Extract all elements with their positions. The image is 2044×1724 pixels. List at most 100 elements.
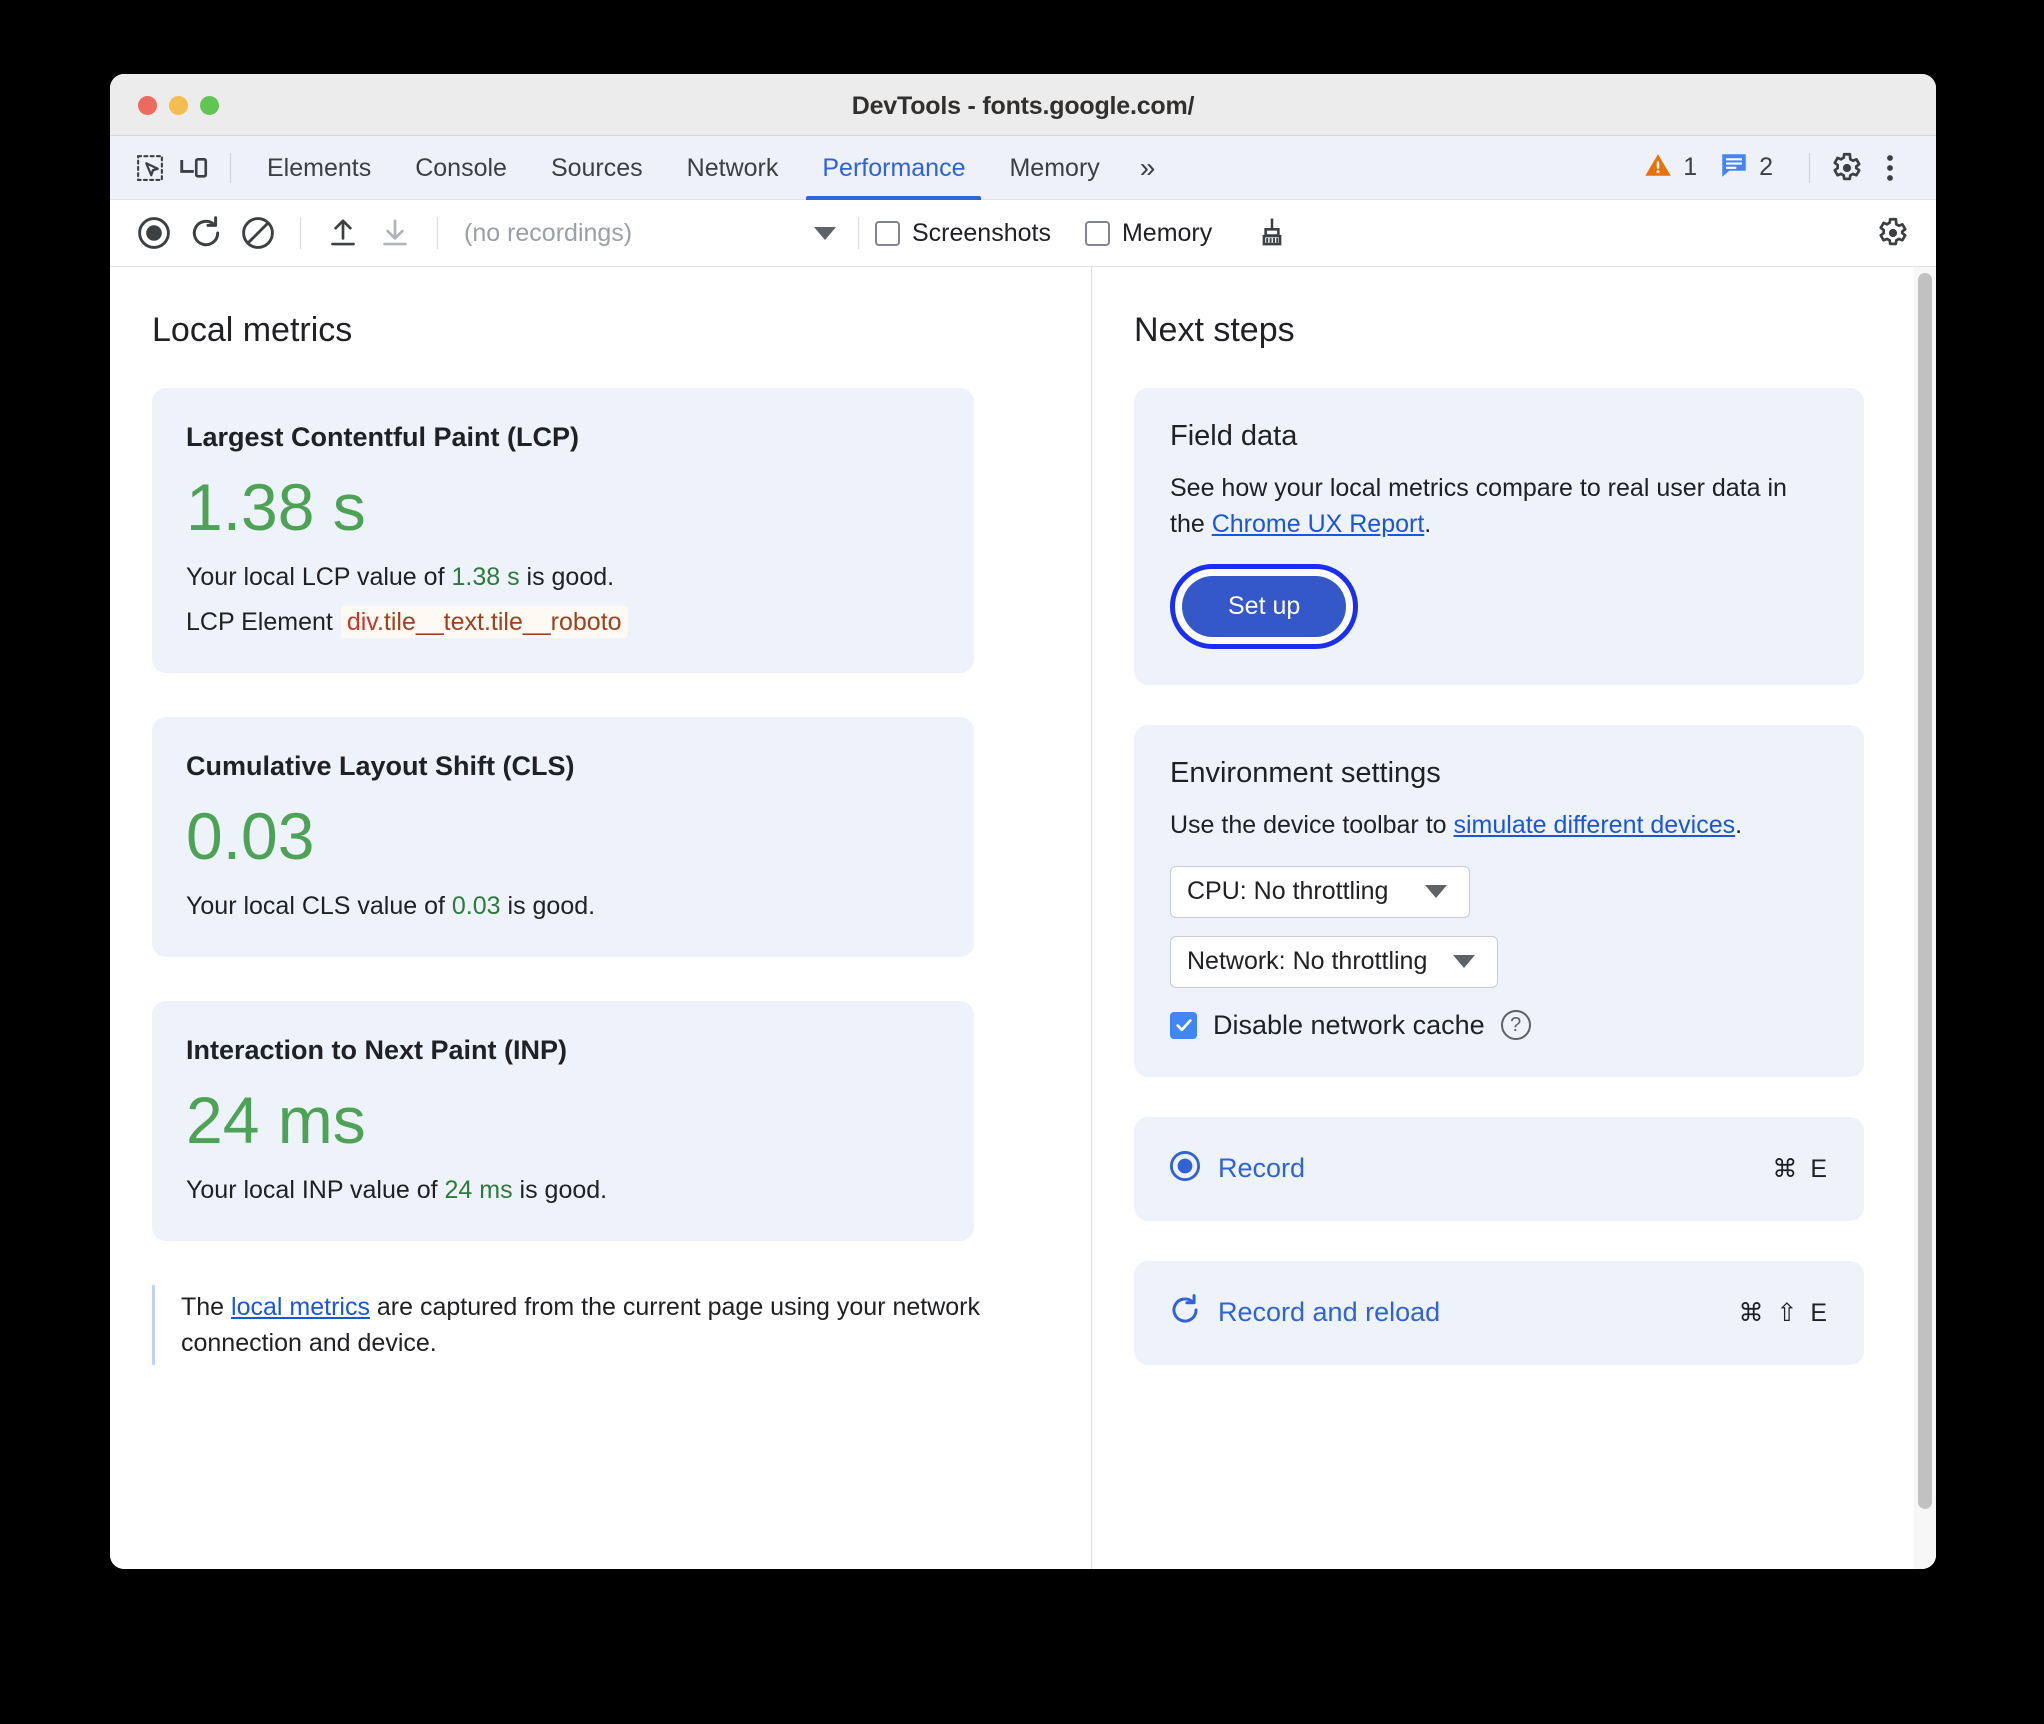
cls-card-title: Cumulative Layout Shift (CLS) [186, 750, 575, 781]
issue-count: 2 [1759, 153, 1773, 181]
screenshots-checkbox[interactable] [875, 220, 900, 246]
memory-label: Memory [1121, 218, 1213, 247]
next-steps-title: Next steps [1134, 311, 1295, 349]
warning-count-group[interactable]: 1 [1643, 150, 1697, 185]
tab-sources[interactable]: Sources [529, 136, 665, 200]
inp-desc-prefix: Your local INP value of [186, 1175, 445, 1204]
inp-value: 24 ms [186, 1082, 366, 1157]
lcp-element-tag: div [346, 607, 377, 636]
lcp-card-title: Largest Contentful Paint (LCP) [186, 422, 579, 452]
inspect-element-icon[interactable] [128, 146, 172, 190]
lcp-desc-prefix: Your local LCP value of [186, 562, 452, 591]
cls-value: 0.03 [186, 798, 315, 873]
local-metrics-link[interactable]: local metrics [231, 1293, 370, 1321]
tab-console[interactable]: Console [393, 136, 529, 200]
record-and-reload-action-label: Record and reload [1218, 1297, 1441, 1327]
window-title: DevTools - fonts.google.com/ [851, 92, 1195, 120]
disable-cache-label: Disable network cache [1213, 1009, 1485, 1040]
cls-description: Your local CLS value of 0.03 is good. [186, 892, 940, 921]
env-text-suffix: . [1735, 811, 1743, 839]
tab-memory[interactable]: Memory [987, 136, 1121, 200]
setup-button[interactable]: Set up [1182, 576, 1347, 637]
toolbar-divider-2 [437, 217, 438, 249]
toolbar-divider-3 [858, 217, 859, 249]
devtools-window: DevTools - fonts.google.com/ Elements Co… [110, 74, 1936, 1569]
lcp-element-selector[interactable]: div.tile__text.tile__roboto [340, 605, 628, 638]
warning-triangle-icon [1643, 150, 1673, 185]
cls-desc-suffix: is good. [500, 891, 596, 920]
screenshots-checkbox-row[interactable]: Screenshots [875, 219, 1051, 248]
performance-toolbar: (no recordings) Screenshots Memory [110, 200, 1936, 267]
cpu-throttling-select[interactable]: CPU: No throttling [1170, 865, 1470, 918]
tab-overflow-chevron-icon[interactable]: » [1122, 152, 1174, 184]
record-and-reload-icon[interactable] [180, 207, 232, 259]
disable-cache-row[interactable]: Disable network cache ? [1170, 1010, 1828, 1041]
chevron-down-icon [814, 226, 836, 240]
vertical-scrollbar[interactable] [1914, 267, 1936, 1569]
warning-count: 1 [1683, 153, 1698, 181]
inp-desc-value: 24 ms [444, 1175, 513, 1204]
recordings-value: (no recordings) [464, 218, 633, 247]
screenshots-label: Screenshots [912, 218, 1051, 247]
record-shortcut: ⌘ E [1772, 1154, 1830, 1183]
scrollbar-thumb[interactable] [1918, 273, 1932, 1509]
performance-landing-body: Local metrics Largest Contentful Paint (… [110, 267, 1936, 1569]
field-data-text: See how your local metrics compare to re… [1170, 471, 1790, 542]
memory-checkbox[interactable] [1084, 220, 1110, 246]
record-action-left: Record [1168, 1149, 1305, 1188]
disable-cache-checkbox[interactable] [1170, 1011, 1197, 1039]
metric-card-inp: Interaction to Next Paint (INP) 24 ms Yo… [152, 1000, 974, 1241]
tabbar-divider [230, 152, 231, 183]
field-data-card: Field data See how your local metrics co… [1134, 388, 1864, 685]
record-icon[interactable] [128, 207, 180, 259]
network-throttling-select[interactable]: Network: No throttling [1170, 935, 1499, 988]
toolbar-divider-1 [300, 217, 301, 249]
recordings-dropdown[interactable]: (no recordings) [464, 219, 842, 248]
local-metrics-pane: Local metrics Largest Contentful Paint (… [110, 267, 1092, 1569]
help-icon[interactable]: ? [1500, 1010, 1531, 1040]
tab-elements[interactable]: Elements [245, 136, 393, 200]
tabbar-status-group: 1 2 [1643, 146, 1920, 190]
record-and-reload-icon [1168, 1293, 1202, 1332]
more-options-icon[interactable] [1868, 146, 1912, 190]
tab-performance[interactable]: Performance [800, 136, 987, 200]
gear-icon[interactable] [1824, 146, 1868, 190]
brush-icon[interactable] [1246, 207, 1298, 259]
download-profile-icon[interactable] [369, 207, 421, 259]
metric-card-cls: Cumulative Layout Shift (CLS) 0.03 Your … [152, 716, 974, 957]
field-data-title: Field data [1170, 420, 1298, 452]
toolbar-right-group [1866, 207, 1918, 259]
lcp-element-row: LCP Element div.tile__text.tile__roboto [186, 605, 940, 638]
issues-message-icon [1719, 150, 1749, 185]
network-throttling-value: Network: No throttling [1187, 947, 1428, 975]
record-and-reload-action-card[interactable]: Record and reload ⌘ ⇧ E [1134, 1260, 1864, 1365]
issue-count-group[interactable]: 2 [1719, 150, 1773, 185]
device-toolbar-icon[interactable] [172, 146, 216, 190]
simulate-devices-link[interactable]: simulate different devices [1454, 811, 1736, 839]
next-steps-pane: Next steps Field data See how your local… [1092, 267, 1936, 1569]
cpu-throttling-value: CPU: No throttling [1187, 877, 1389, 905]
clear-icon[interactable] [232, 207, 284, 259]
local-metrics-title: Local metrics [152, 311, 353, 349]
tab-network[interactable]: Network [665, 136, 801, 200]
record-icon [1168, 1149, 1202, 1188]
local-metrics-note: The local metrics are captured from the … [152, 1284, 982, 1366]
capture-settings-gear-icon[interactable] [1866, 207, 1918, 259]
lcp-element-classes: .tile__text.tile__roboto [376, 607, 622, 636]
upload-profile-icon[interactable] [317, 207, 369, 259]
lcp-element-label: LCP Element [186, 607, 333, 636]
record-action-card[interactable]: Record ⌘ E [1134, 1116, 1864, 1221]
chrome-ux-report-link[interactable]: Chrome UX Report [1212, 510, 1425, 538]
environment-settings-card: Environment settings Use the device tool… [1134, 725, 1864, 1077]
tabbar-right-divider [1809, 152, 1810, 183]
lcp-description: Your local LCP value of 1.38 s is good. [186, 563, 940, 592]
lcp-desc-suffix: is good. [519, 562, 615, 591]
memory-checkbox-row[interactable]: Memory [1084, 218, 1213, 248]
cls-desc-prefix: Your local CLS value of [186, 891, 452, 920]
record-action-label: Record [1218, 1153, 1306, 1183]
metric-card-lcp: Largest Contentful Paint (LCP) 1.38 s Yo… [152, 388, 974, 673]
field-data-text-suffix: . [1424, 509, 1432, 538]
inp-desc-suffix: is good. [512, 1175, 608, 1204]
inp-card-title: Interaction to Next Paint (INP) [186, 1034, 568, 1065]
environment-settings-title: Environment settings [1170, 757, 1441, 789]
